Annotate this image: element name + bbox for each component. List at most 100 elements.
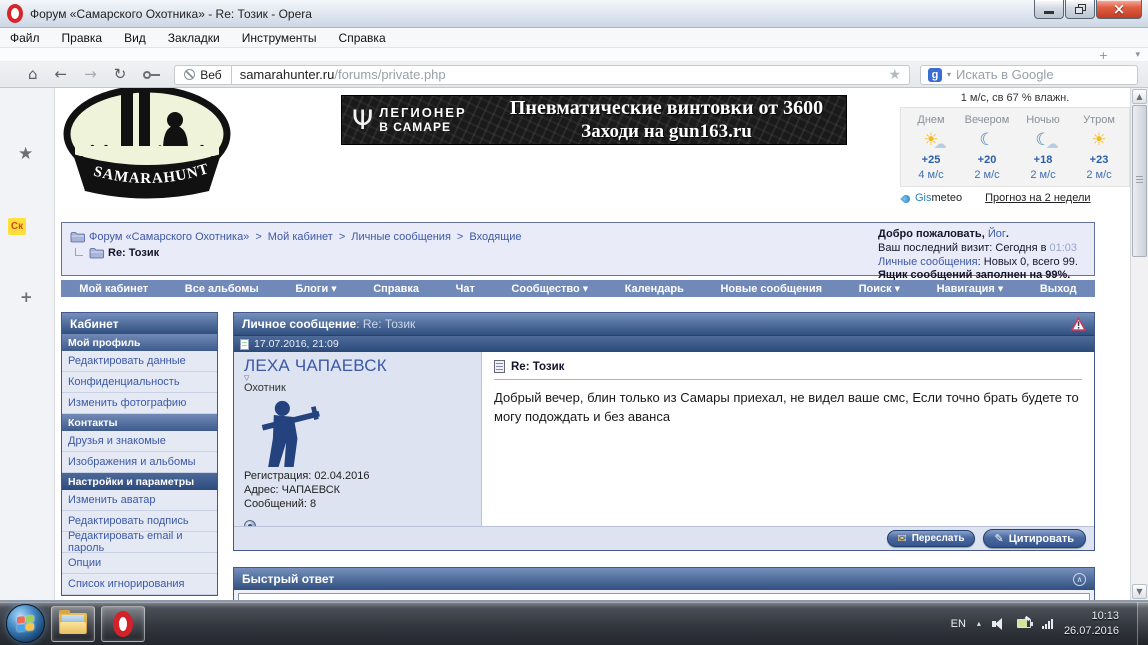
nav-my-cabinet[interactable]: Мой кабинет: [79, 283, 148, 295]
breadcrumb-separator: >: [457, 231, 463, 243]
nav-search[interactable]: Поиск▼: [859, 283, 900, 295]
back-icon[interactable]: ←: [55, 67, 68, 82]
window-controls: ×: [1033, 0, 1142, 19]
panel-add-icon[interactable]: +: [20, 288, 33, 306]
breadcrumb-link[interactable]: Личные сообщения: [351, 231, 451, 243]
mail-icon: ✉: [897, 532, 906, 545]
collapse-icon[interactable]: ∧: [1073, 573, 1086, 586]
forward-icon[interactable]: →: [84, 67, 97, 82]
url-path: /forums/private.php: [334, 67, 445, 82]
scrollbar-thumb[interactable]: [1132, 105, 1147, 257]
menu-tools[interactable]: Инструменты: [242, 31, 317, 45]
scroll-down-icon[interactable]: ▼: [1132, 584, 1147, 599]
sidebar-item-privacy[interactable]: Конфиденциальность: [62, 372, 217, 393]
weather-wind: 2 м/с: [1015, 169, 1071, 181]
weather-col-label: Утром: [1071, 114, 1127, 126]
clock-time: 10:13: [1064, 609, 1119, 624]
menu-view[interactable]: Вид: [124, 31, 146, 45]
nav-logout[interactable]: Выход: [1040, 283, 1077, 295]
search-field[interactable]: g ▾ Искать в Google: [920, 65, 1138, 85]
network-signal-icon[interactable]: [1042, 619, 1053, 629]
opera-taskbar-button[interactable]: [101, 606, 145, 642]
minimize-button[interactable]: [1034, 0, 1064, 19]
close-button[interactable]: ×: [1096, 0, 1142, 19]
username-link[interactable]: Йог: [988, 228, 1006, 240]
nav-albums[interactable]: Все альбомы: [185, 283, 259, 295]
restore-button[interactable]: [1065, 0, 1095, 19]
nav-help[interactable]: Справка: [373, 283, 419, 295]
sidebar-item-options[interactable]: Опции: [62, 553, 217, 574]
bookmarks-panel-star-icon[interactable]: ★: [18, 144, 33, 164]
language-indicator[interactable]: EN: [951, 618, 966, 630]
message-cell: Re: Тозик Добрый вечер, блин только из С…: [482, 352, 1094, 526]
vertical-scrollbar[interactable]: ▲ ▼: [1130, 88, 1148, 600]
bookmark-star-icon[interactable]: ★: [888, 67, 901, 83]
breadcrumb-link[interactable]: Входящие: [469, 231, 521, 243]
moon-cloud-icon: ☾☁: [1015, 129, 1071, 151]
forecast-link[interactable]: Прогноз на 2 недели: [985, 192, 1090, 204]
reload-icon[interactable]: ↻: [114, 67, 127, 82]
nav-community[interactable]: Сообщество▼: [511, 283, 588, 295]
menu-edit[interactable]: Правка: [62, 31, 103, 45]
sidebar-item-ignore-list[interactable]: Список игнорирования: [62, 574, 217, 595]
scroll-up-icon[interactable]: ▲: [1132, 89, 1147, 104]
tab-list-chevron-icon[interactable]: ▾: [1135, 50, 1140, 60]
search-engine-dropdown-icon[interactable]: ▾: [947, 70, 951, 79]
home-icon[interactable]: ⌂: [28, 67, 38, 82]
sidebar-item-friends[interactable]: Друзья и знакомые: [62, 431, 217, 452]
sidebar-item-change-photo[interactable]: Изменить фотографию: [62, 393, 217, 414]
sun-cloud-icon: ☀☁: [903, 129, 959, 151]
sidebar-item-edit-email-password[interactable]: Редактировать email и пароль: [62, 532, 217, 553]
nav-calendar[interactable]: Календарь: [625, 283, 684, 295]
message-date: 17.07.2016, 21:09: [254, 338, 339, 350]
taskbar-clock[interactable]: 10:13 26.07.2016: [1064, 609, 1119, 639]
quick-reply-input[interactable]: [238, 593, 1090, 600]
battery-icon[interactable]: [1017, 619, 1031, 628]
menu-file[interactable]: Файл: [10, 31, 40, 45]
sidebar-item-edit-data[interactable]: Редактировать данные: [62, 351, 217, 372]
start-button[interactable]: [6, 604, 45, 643]
sidebar-item-change-avatar[interactable]: Изменить аватар: [62, 490, 217, 511]
user-menu-arrow-icon[interactable]: ▽: [244, 376, 471, 381]
nav-new-messages[interactable]: Новые сообщения: [720, 283, 822, 295]
report-warning-icon[interactable]: [1071, 317, 1086, 331]
menu-bookmarks[interactable]: Закладки: [168, 31, 220, 45]
gismeteo-link[interactable]: Gismeteo: [915, 192, 962, 204]
author-address: Адрес: ЧАПАЕВСК: [244, 484, 471, 498]
weather-temp: +20: [959, 154, 1015, 166]
private-messages-link[interactable]: Личные сообщения: [878, 256, 978, 268]
web-button-label: Веб: [200, 68, 221, 82]
show-desktop-button[interactable]: [1137, 602, 1148, 645]
nav-navigation[interactable]: Навигация▼: [937, 283, 1004, 295]
sidebar-item-edit-signature[interactable]: Редактировать подпись: [62, 511, 217, 532]
ad-banner[interactable]: Ψ ЛЕГИОНЕР В САМАРЕ Пневматические винто…: [341, 95, 847, 145]
banner-logo-line2: В САМАРЕ: [379, 121, 466, 135]
url-field[interactable]: samarahunter.ru /forums/private.php ★: [232, 65, 910, 85]
sidebar-item-images-albums[interactable]: Изображения и альбомы: [62, 452, 217, 473]
forward-button[interactable]: ✉Переслать: [887, 530, 974, 547]
screen: Форум «Самарского Охотника» - Re: Тозик …: [0, 0, 1148, 645]
extension-ck-icon[interactable]: Ск: [8, 218, 26, 235]
new-tab-icon[interactable]: +: [1099, 49, 1108, 62]
sidebar-title: Кабинет: [62, 313, 217, 334]
author-name-link[interactable]: ЛЕХА ЧАПАЕВСК: [244, 356, 471, 376]
password-key-icon[interactable]: [143, 71, 160, 79]
hidden-icons-caret[interactable]: ▴: [977, 619, 981, 628]
web-dropdown-button[interactable]: Веб: [174, 65, 231, 85]
nav-chat[interactable]: Чат: [456, 283, 475, 295]
author-avatar[interactable]: [244, 399, 332, 467]
restore-icon: [1075, 4, 1086, 14]
chevron-down-icon: ▼: [583, 285, 588, 293]
menu-help[interactable]: Справка: [339, 31, 386, 45]
nav-blogs[interactable]: Блоги▼: [295, 283, 336, 295]
system-tray: EN ▴ 10:13 26.07.2016: [951, 609, 1131, 639]
chevron-down-icon: ▼: [331, 285, 336, 293]
quote-button[interactable]: ✎Цитировать: [983, 529, 1087, 548]
breadcrumb-link[interactable]: Форум «Самарского Охотника»: [89, 231, 249, 243]
sun-icon: ☀: [1071, 129, 1127, 151]
volume-icon[interactable]: [992, 617, 1006, 630]
explorer-taskbar-button[interactable]: [51, 606, 95, 642]
weather-temp: +25: [903, 154, 959, 166]
breadcrumb-link[interactable]: Мой кабинет: [268, 231, 333, 243]
panel-title: Личное сообщение: [242, 317, 356, 331]
